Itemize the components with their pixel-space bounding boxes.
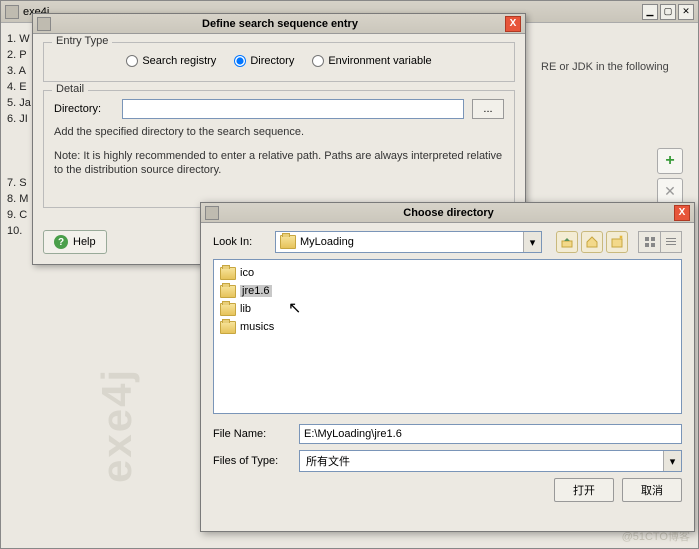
cancel-button[interactable]: 取消	[622, 478, 682, 502]
home-button[interactable]	[581, 231, 603, 253]
app-icon	[5, 5, 19, 19]
filename-label: File Name:	[213, 428, 293, 440]
maximize-icon[interactable]: ▢	[660, 4, 676, 20]
entry-type-group: Entry Type Search registry Directory Env…	[43, 42, 515, 82]
chevron-down-icon[interactable]: ▾	[523, 232, 541, 252]
filetype-value: 所有文件	[300, 453, 663, 469]
detail-msg: Add the specified directory to the searc…	[54, 125, 504, 139]
choose-directory-dialog: Choose directory X Look In: MyLoading ▾ …	[200, 202, 695, 532]
step-list: 1. W 2. P 3. A 4. E 5. Ja 6. JI 7. S 8. …	[7, 31, 31, 239]
folder-icon	[220, 267, 236, 280]
minimize-icon[interactable]: ▁	[642, 4, 658, 20]
lookin-value: MyLoading	[300, 236, 523, 248]
directory-input[interactable]	[122, 99, 464, 119]
detail-view-button[interactable]	[660, 231, 682, 253]
remove-button[interactable]: ✕	[657, 178, 683, 204]
detail-note: Note: It is highly recommended to enter …	[54, 149, 504, 177]
help-icon: ?	[54, 235, 68, 249]
filetype-combo[interactable]: 所有文件 ▾	[299, 450, 682, 472]
lookin-label: Look In:	[213, 236, 269, 248]
dlg2-titlebar: Choose directory X	[201, 203, 694, 223]
bg-hint-text: RE or JDK in the following	[541, 61, 669, 73]
watermark: exe4j	[93, 368, 141, 483]
list-item[interactable]: ico	[218, 264, 677, 282]
filetype-label: Files of Type:	[213, 455, 293, 467]
side-buttons: + ✕	[657, 148, 683, 208]
app-icon	[37, 17, 51, 31]
browse-button[interactable]: ...	[472, 99, 504, 119]
list-item[interactable]: lib	[218, 300, 677, 318]
new-folder-button[interactable]	[606, 231, 628, 253]
folder-icon	[280, 235, 296, 249]
dlg1-title: Define search sequence entry	[55, 18, 505, 30]
folder-icon	[220, 285, 236, 298]
radio-env[interactable]: Environment variable	[312, 55, 431, 67]
help-button[interactable]: ? Help	[43, 230, 107, 254]
radio-registry[interactable]: Search registry	[126, 55, 216, 67]
radio-directory[interactable]: Directory	[234, 55, 294, 67]
dlg2-title: Choose directory	[223, 207, 674, 219]
detail-group: Detail Directory: ... Add the specified …	[43, 90, 515, 208]
close-icon[interactable]: X	[505, 16, 521, 32]
close-icon[interactable]: ✕	[678, 4, 694, 20]
list-view-button[interactable]	[638, 231, 660, 253]
dlg1-titlebar: Define search sequence entry X	[33, 14, 525, 34]
open-button[interactable]: 打开	[554, 478, 614, 502]
add-button[interactable]: +	[657, 148, 683, 174]
file-list[interactable]: ico jre1.6 lib musics	[213, 259, 682, 414]
folder-icon	[220, 321, 236, 334]
folder-icon	[220, 303, 236, 316]
up-folder-button[interactable]	[556, 231, 578, 253]
entry-type-legend: Entry Type	[52, 35, 112, 47]
detail-legend: Detail	[52, 83, 88, 95]
list-item[interactable]: musics	[218, 318, 677, 336]
close-icon[interactable]: X	[674, 205, 690, 221]
app-icon	[205, 206, 219, 220]
chevron-down-icon[interactable]: ▾	[663, 451, 681, 471]
lookin-combo[interactable]: MyLoading ▾	[275, 231, 542, 253]
list-item[interactable]: jre1.6	[218, 282, 677, 300]
directory-label: Directory:	[54, 103, 114, 115]
filename-input[interactable]	[299, 424, 682, 444]
